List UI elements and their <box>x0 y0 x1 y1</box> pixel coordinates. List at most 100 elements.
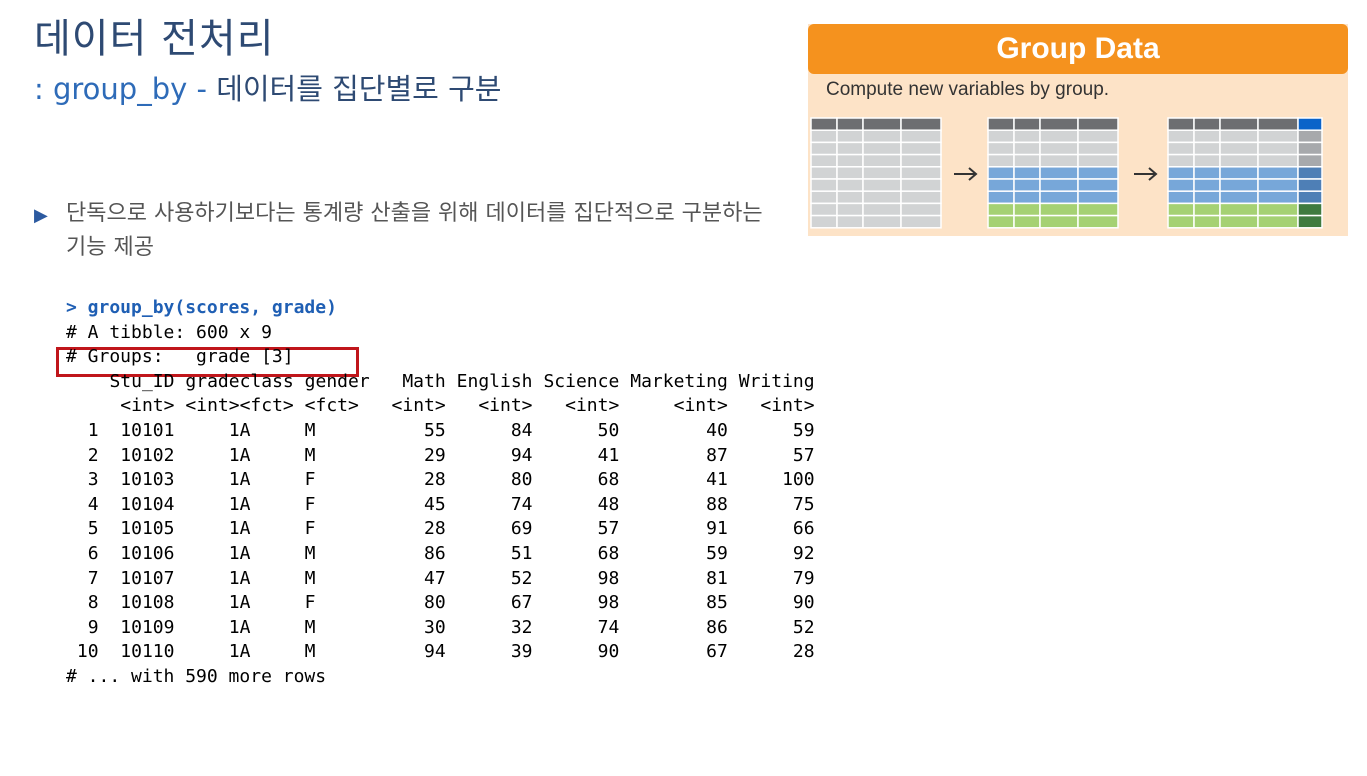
table-cell: 39 <box>510 641 533 663</box>
table-cell <box>1219 190 1259 205</box>
table-cell <box>862 202 902 217</box>
column-type: <fct> <box>304 395 359 417</box>
computed-cell <box>1297 202 1323 217</box>
table-cell: A <box>239 542 251 564</box>
table-cell: 28 <box>792 641 815 663</box>
triangle-bullet-icon: ▶ <box>34 205 48 226</box>
table-cell <box>1039 129 1079 144</box>
table-cell: 68 <box>597 469 620 491</box>
table-cell <box>1077 202 1119 217</box>
table-header-cell <box>836 117 864 132</box>
table-cell: 1 <box>228 567 240 589</box>
row-index: 9 <box>87 616 99 638</box>
group-data-diagram <box>810 117 1323 229</box>
computed-cell <box>1297 178 1323 192</box>
table-cell <box>1167 166 1195 180</box>
table-cell: A <box>239 469 251 491</box>
table-cell: 10104 <box>120 493 175 515</box>
row-index: 7 <box>87 567 99 589</box>
table-cell: 1 <box>228 542 240 564</box>
table-cell: 41 <box>597 444 620 466</box>
table-cell <box>900 141 942 156</box>
table-cell: 1 <box>228 419 240 441</box>
table-cell <box>836 166 864 180</box>
table-cell <box>900 129 942 144</box>
table-cell: A <box>239 592 251 614</box>
table-header-cell <box>1167 117 1195 132</box>
column-header: Marketing <box>630 370 728 392</box>
table-cell: 74 <box>510 493 533 515</box>
table-cell: 69 <box>510 518 533 540</box>
table-cell <box>836 153 864 168</box>
table-row: 6 10106 1A M 86 51 68 59 92 <box>66 542 815 567</box>
column-header: Writing <box>738 370 815 392</box>
table-cell <box>1257 190 1299 205</box>
table-cell: M <box>304 616 316 638</box>
table-cell <box>1257 153 1299 168</box>
table-cell <box>1257 178 1299 192</box>
table-cell: 94 <box>510 444 533 466</box>
console-command: > group_by(scores, grade) <box>66 297 337 318</box>
table-cell <box>810 129 838 144</box>
table-cell <box>987 166 1015 180</box>
table-cell: A <box>239 419 251 441</box>
table-types-row: <int> <int><fct> <fct> <int> <int> <int> <int>… <box>66 394 815 419</box>
row-index: 2 <box>87 444 99 466</box>
table-cell <box>1193 202 1221 217</box>
table-cell <box>1257 214 1299 229</box>
column-header: class <box>239 370 294 392</box>
r-console-output: > group_by(scores, grade) # A tibble: 60… <box>66 296 815 690</box>
group-data-graphic: Group Data Compute new variables by grou… <box>808 24 1348 236</box>
row-index: 5 <box>87 518 99 540</box>
table-cell: 10107 <box>120 567 175 589</box>
table-cell: 75 <box>792 493 815 515</box>
table-cell <box>836 141 864 156</box>
computed-cell <box>1297 141 1323 156</box>
table-cell <box>900 153 942 168</box>
table-cell <box>1077 129 1119 144</box>
table-cell: 86 <box>706 616 728 638</box>
table-cell: 67 <box>706 641 728 663</box>
column-header: English <box>456 370 533 392</box>
table-cell <box>810 166 838 180</box>
table-cell <box>1077 178 1119 192</box>
tibble-table: Stu_ID gradeclass gender Math English Science… <box>66 370 815 665</box>
table-cell <box>1193 178 1221 192</box>
table-cell: 51 <box>510 542 533 564</box>
table-cell <box>1077 166 1119 180</box>
column-type: <int> <box>760 395 815 417</box>
column-type: <int> <box>673 395 728 417</box>
table-cell <box>810 214 838 229</box>
table-cell <box>987 129 1015 144</box>
table-cell: 10109 <box>120 616 175 638</box>
table-header-row: Stu_ID gradeclass gender Math English Science… <box>66 370 815 395</box>
table-cell: 10103 <box>120 469 175 491</box>
table-cell: 10101 <box>120 419 175 441</box>
table-cell <box>1077 141 1119 156</box>
row-index: 6 <box>87 542 99 564</box>
column-type: <int> <box>565 395 620 417</box>
table-header-cell <box>1193 117 1221 132</box>
table-cell <box>1013 153 1041 168</box>
table-cell: A <box>239 518 251 540</box>
computed-cell <box>1297 117 1323 132</box>
table-cell: 86 <box>424 542 446 564</box>
table-cell: 88 <box>706 493 728 515</box>
table-cell: 10110 <box>120 641 175 663</box>
table-cell: 28 <box>424 518 446 540</box>
computed-cell <box>1297 129 1323 144</box>
table-cell: 28 <box>424 469 446 491</box>
table-cell <box>1193 214 1221 229</box>
table-cell <box>810 153 838 168</box>
table-cell <box>1013 129 1041 144</box>
table-cell: 1 <box>228 469 240 491</box>
table-computed <box>1167 117 1323 229</box>
column-header: grade <box>185 370 240 392</box>
table-cell <box>1257 129 1299 144</box>
table-header-cell <box>810 117 838 132</box>
table-header-cell <box>1257 117 1299 132</box>
group-data-caption: Compute new variables by group. <box>826 79 1110 100</box>
group-data-banner: Group Data <box>808 24 1348 74</box>
table-cell <box>1167 141 1195 156</box>
table-cell: 94 <box>424 641 446 663</box>
